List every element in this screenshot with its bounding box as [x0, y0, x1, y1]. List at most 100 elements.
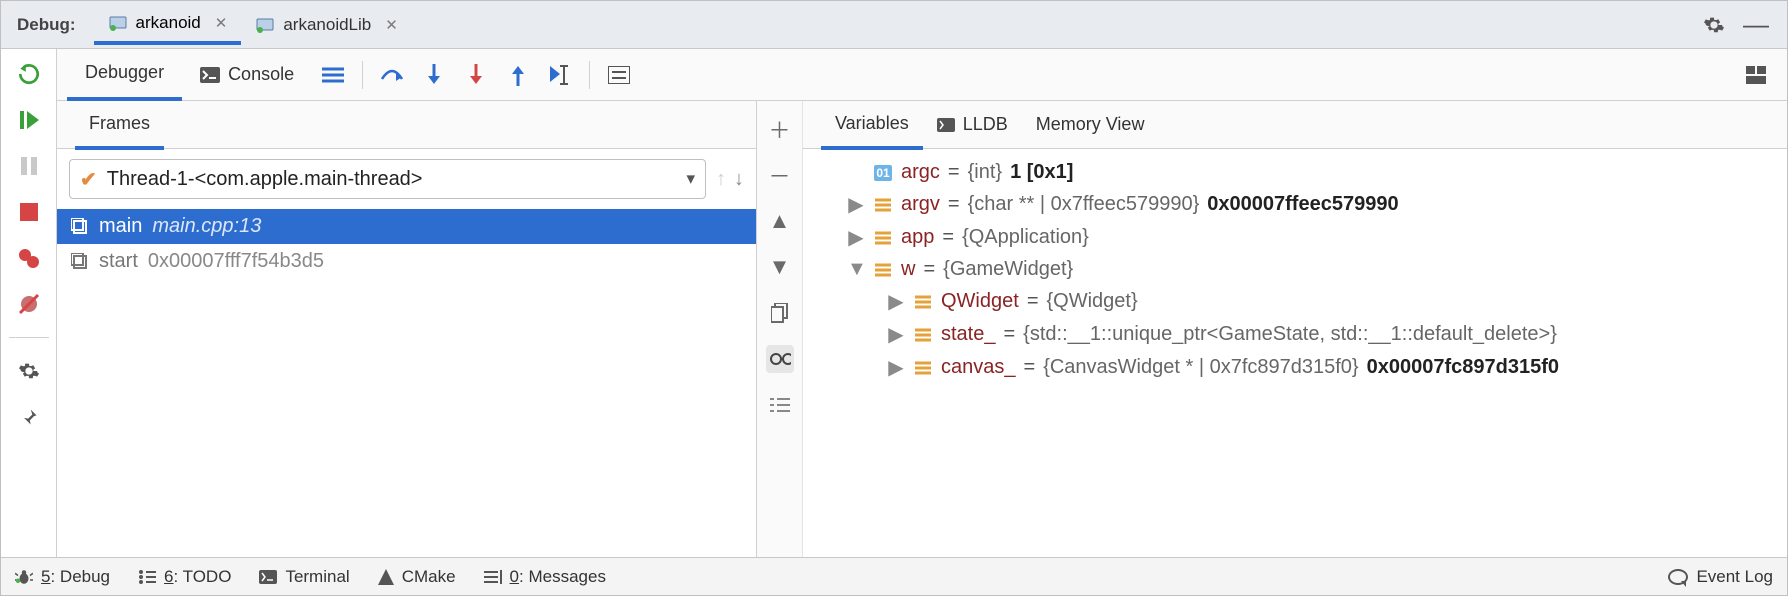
move-up-icon[interactable]: ▲ [766, 207, 794, 235]
expander-icon[interactable]: ▶ [887, 289, 905, 314]
variable-row[interactable]: ▶QWidget = {QWidget} [807, 285, 1783, 318]
force-step-into-icon[interactable] [461, 60, 491, 90]
todo-icon [138, 570, 156, 584]
variable-type: {std::__1::unique_ptr<GameState, std::__… [1023, 323, 1557, 346]
variable-row[interactable]: ▶state_ = {std::__1::unique_ptr<GameStat… [807, 318, 1783, 351]
frame-row[interactable]: main main.cpp:13 [57, 209, 756, 244]
resume-icon[interactable] [12, 103, 46, 137]
variable-row[interactable]: ▶canvas_ = {CanvasWidget * | 0x7fc897d31… [807, 351, 1783, 384]
frame-name: main [99, 215, 142, 238]
separator [589, 61, 590, 89]
list-layout-icon[interactable] [766, 391, 794, 419]
debug-actions-sidebar [1, 49, 57, 557]
status-terminal-label: Terminal [285, 567, 349, 587]
mute-breakpoints-icon[interactable] [12, 287, 46, 321]
close-icon[interactable]: ✕ [215, 14, 228, 32]
status-messages[interactable]: 0: Messages [484, 567, 606, 587]
variable-row[interactable]: ▼w = {GameWidget} [807, 254, 1783, 285]
variable-type: {int} [968, 161, 1002, 184]
status-cmake[interactable]: CMake [378, 567, 456, 587]
equals-sign: = [948, 193, 960, 216]
step-into-icon[interactable] [419, 60, 449, 90]
variable-row[interactable]: 01argc = {int} 1 [0x1] [807, 157, 1783, 188]
status-todo-label: : TODO [173, 567, 231, 586]
rerun-icon[interactable] [12, 57, 46, 91]
tab-console-label: Console [228, 64, 294, 85]
pin-icon[interactable] [12, 400, 46, 434]
bug-icon [15, 568, 33, 586]
tab-debugger-label: Debugger [85, 62, 164, 83]
primitive-icon: 01 [873, 163, 893, 183]
expander-icon[interactable]: ▶ [887, 355, 905, 380]
variable-value: 0x00007ffeec579990 [1207, 193, 1398, 216]
tab-lldb[interactable]: LLDB [923, 102, 1022, 147]
expander-icon[interactable]: ▶ [847, 192, 865, 217]
evaluate-expression-icon[interactable] [604, 60, 634, 90]
run-config-tab-arkanoid[interactable]: arkanoid ✕ [94, 5, 242, 45]
debug-panel-label: Debug: [17, 15, 76, 35]
view-breakpoints-icon[interactable] [12, 241, 46, 275]
frame-row[interactable]: start 0x00007fff7f54b3d5 [57, 244, 756, 279]
variable-name: state_ [941, 323, 995, 346]
expander-icon[interactable]: ▼ [847, 258, 865, 281]
struct-icon [913, 292, 933, 312]
event-log-icon [1668, 569, 1688, 585]
move-down-icon[interactable]: ▼ [766, 253, 794, 281]
divider [9, 337, 49, 338]
minimize-icon[interactable]: — [1741, 10, 1771, 40]
thread-selector[interactable]: ✔ Thread-1-<com.apple.main-thread> ▾ [69, 159, 706, 199]
run-config-tab-arkanoidlib[interactable]: arkanoidLib ✕ [241, 7, 411, 43]
close-icon[interactable]: ✕ [385, 16, 398, 34]
status-event-log[interactable]: Event Log [1668, 567, 1773, 587]
messages-icon [484, 570, 502, 584]
show-watches-icon[interactable] [766, 345, 794, 373]
status-msg-label: : Messages [519, 567, 606, 586]
tab-debugger[interactable]: Debugger [67, 49, 182, 101]
new-watch-icon[interactable]: ＋ [766, 115, 794, 143]
variable-name: w [901, 258, 915, 281]
layout-settings-icon[interactable] [1741, 60, 1771, 90]
stop-icon[interactable] [12, 195, 46, 229]
remove-watch-icon[interactable]: － [766, 161, 794, 189]
tab-console[interactable]: Console [182, 50, 312, 99]
separator [362, 61, 363, 89]
variables-header: Variables LLDB Memory View [803, 101, 1787, 149]
tab-variables-label: Variables [835, 113, 909, 134]
threads-icon[interactable] [318, 60, 348, 90]
frames-tab-label: Frames [89, 113, 150, 134]
settings-icon[interactable] [12, 354, 46, 388]
duplicate-watch-icon[interactable] [766, 299, 794, 327]
frame-icon [71, 218, 89, 236]
run-to-cursor-icon[interactable] [545, 60, 575, 90]
variable-row[interactable]: ▶argv = {char ** | 0x7ffeec579990} 0x000… [807, 188, 1783, 221]
step-over-icon[interactable] [377, 60, 407, 90]
run-config-tab-label: arkanoid [136, 13, 201, 33]
expander-icon[interactable]: ▶ [847, 225, 865, 250]
frames-tab[interactable]: Frames [75, 101, 164, 150]
status-todo[interactable]: 6: TODO [138, 567, 231, 587]
variable-name: QWidget [941, 290, 1019, 313]
console-icon [200, 67, 220, 83]
prev-frame-icon[interactable]: ↑ [716, 168, 726, 191]
variable-row[interactable]: ▶app = {QApplication} [807, 221, 1783, 254]
tab-memory-label: Memory View [1036, 114, 1145, 135]
status-bar: 5: Debug 6: TODO Terminal CMake 0: Messa… [1, 557, 1787, 595]
next-frame-icon[interactable]: ↓ [734, 168, 744, 191]
variable-name: canvas_ [941, 356, 1016, 379]
tab-variables[interactable]: Variables [821, 101, 923, 150]
status-terminal[interactable]: Terminal [259, 567, 349, 587]
pause-icon[interactable] [12, 149, 46, 183]
gear-icon[interactable] [1699, 10, 1729, 40]
terminal-icon [259, 570, 277, 584]
step-out-icon[interactable] [503, 60, 533, 90]
variable-value: 0x00007fc897d315f0 [1367, 356, 1559, 379]
expander-icon[interactable]: ▶ [887, 322, 905, 347]
frame-name: start [99, 250, 138, 273]
variable-name: argc [901, 161, 940, 184]
struct-icon [913, 358, 933, 378]
tab-memory-view[interactable]: Memory View [1022, 102, 1159, 147]
chevron-down-icon: ▾ [686, 169, 695, 189]
status-debug[interactable]: 5: Debug [15, 567, 110, 587]
equals-sign: = [1027, 290, 1039, 313]
thread-selector-label: Thread-1-<com.apple.main-thread> [107, 168, 677, 191]
